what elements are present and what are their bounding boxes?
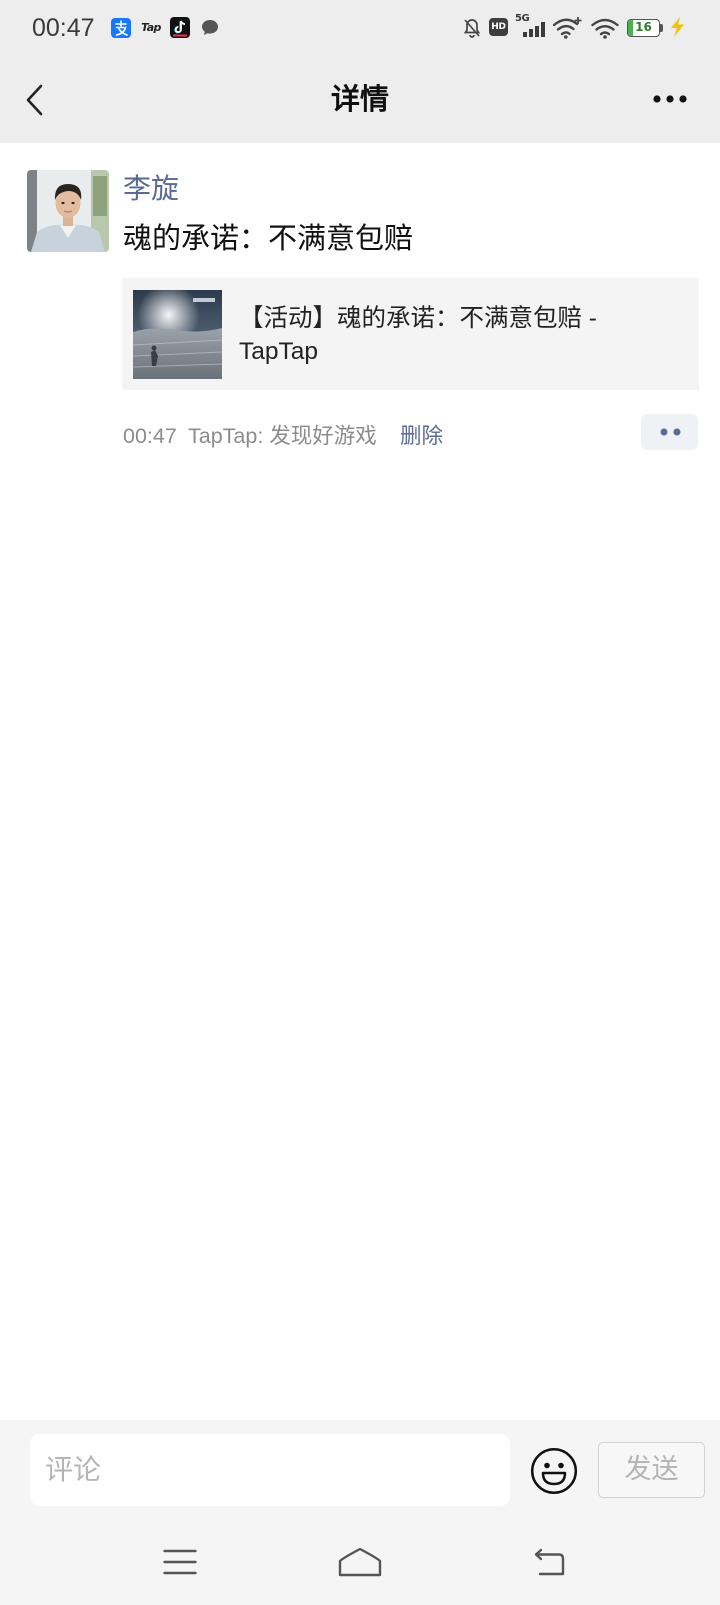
bell-off-icon <box>463 19 481 38</box>
wifi-icon <box>591 18 619 39</box>
alipay-icon <box>111 18 131 38</box>
link-thumbnail-picture <box>133 290 222 379</box>
wifi-plus-icon <box>553 17 582 39</box>
battery-tip <box>660 24 663 32</box>
status-time: 00:47 <box>32 14 95 42</box>
tiktok-icon <box>170 17 190 38</box>
avatar[interactable] <box>27 170 109 252</box>
post-time: 00:47 <box>123 424 177 448</box>
header-bar: 详情 <box>0 56 720 143</box>
post-text: 魂的承诺：不满意包赔 <box>123 223 414 255</box>
hd-icon: HD <box>489 18 508 36</box>
taptap-icon: Tap <box>141 21 161 34</box>
battery-level: 16 <box>635 20 652 34</box>
page-title: 详情 <box>330 84 389 116</box>
menu-icon[interactable] <box>163 1548 197 1576</box>
charging-bolt-icon <box>671 17 684 37</box>
link-card[interactable]: 【活动】魂的承诺：不满意包赔 - TapTap <box>122 278 699 390</box>
smiley-icon <box>530 1447 578 1495</box>
two-dots-icon <box>660 428 681 436</box>
signal-5g-icon: 5G <box>515 13 549 39</box>
status-bar: 00:47 Tap HD 5G 16 <box>0 0 720 56</box>
home-icon[interactable] <box>337 1546 383 1578</box>
send-button[interactable]: 发送 <box>598 1442 705 1498</box>
more-horizontal-icon <box>653 95 687 103</box>
link-thumbnail <box>133 290 222 379</box>
bottom-area: 发送 <box>0 1420 720 1605</box>
battery-icon: 16 <box>627 18 664 38</box>
avatar-photo <box>27 170 109 252</box>
link-card-title: 【活动】魂的承诺：不满意包赔 - TapTap <box>239 305 597 365</box>
author-name[interactable]: 李旋 <box>123 172 179 206</box>
more-button[interactable] <box>644 82 696 116</box>
return-icon[interactable] <box>532 1547 566 1577</box>
post-actions-button[interactable] <box>641 414 698 450</box>
comment-input[interactable] <box>30 1434 510 1506</box>
chat-bubble-icon <box>202 20 218 35</box>
post-source[interactable]: TapTap: 发现好游戏 <box>188 423 377 449</box>
signal-bars-icon <box>523 22 545 37</box>
emoji-button[interactable] <box>530 1447 578 1495</box>
battery-body: 16 <box>627 19 660 37</box>
delete-button[interactable]: 删除 <box>400 423 443 449</box>
